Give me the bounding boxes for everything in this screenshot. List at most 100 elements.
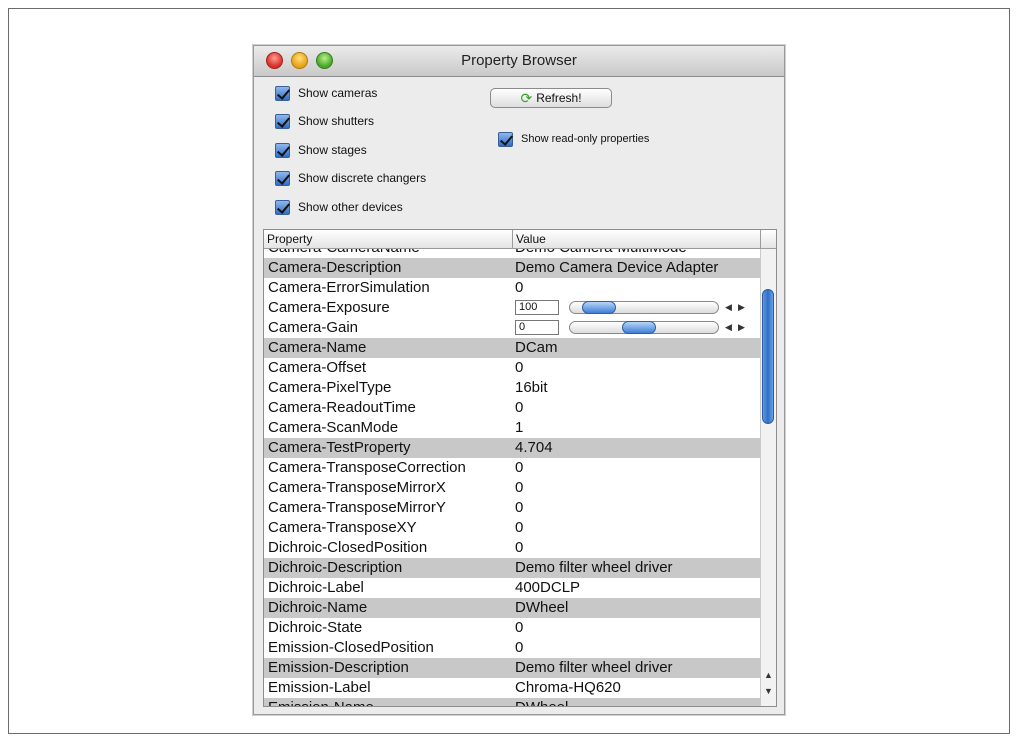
show-other-devices-checkbox[interactable]: Show other devices <box>275 197 403 217</box>
table-row[interactable]: Camera-ReadoutTime 0 <box>264 398 760 418</box>
property-column-header[interactable]: Property <box>264 230 512 248</box>
table-row[interactable]: Dichroic-State 0 <box>264 618 760 638</box>
show-discrete-changers-label: Show discrete changers <box>298 171 427 185</box>
table-row[interactable]: Camera-TransposeMirrorX 0 <box>264 478 760 498</box>
show-shutters-checkbox[interactable]: Show shutters <box>275 111 374 131</box>
property-value: 16bit <box>515 379 548 396</box>
checkmark-icon[interactable] <box>275 170 290 186</box>
refresh-button[interactable]: ⟳ Refresh! <box>490 88 612 108</box>
property-name: Dichroic-ClosedPosition <box>268 539 428 556</box>
table-row[interactable]: Dichroic-Description Demo filter wheel dr… <box>264 558 760 578</box>
table-row[interactable]: Camera-TransposeMirrorY 0 <box>264 498 760 518</box>
window-title: Property Browser <box>461 52 577 69</box>
table-row[interactable]: Emission-Label Chroma-HQ620 <box>264 678 760 698</box>
property-name: Emission-Label <box>268 679 371 696</box>
property-name: Camera-TransposeMirrorX <box>268 479 446 496</box>
show-discrete-changers-checkbox[interactable]: Show discrete changers <box>275 168 426 188</box>
property-name: Camera-ErrorSimulation <box>268 279 430 296</box>
checkmark-icon[interactable] <box>275 113 290 129</box>
show-other-devices-label: Show other devices <box>298 200 403 214</box>
table-row[interactable]: Dichroic-Label 400DCLP <box>264 578 760 598</box>
property-name: Camera-TestProperty <box>268 439 411 456</box>
property-slider[interactable] <box>569 301 719 314</box>
property-name: Emission-ClosedPosition <box>268 639 434 656</box>
property-value: 0 <box>515 639 524 656</box>
step-left-arrow-icon[interactable]: ◀ <box>723 300 734 315</box>
show-stages-checkbox[interactable]: Show stages <box>275 140 367 160</box>
table-row[interactable]: Emission-Name DWheel <box>264 698 760 706</box>
property-name: Dichroic-Name <box>268 599 368 616</box>
table-row[interactable]: Camera-ErrorSimulation 0 <box>264 278 760 298</box>
property-name: Camera-CameraName <box>268 249 420 258</box>
table-row[interactable]: Dichroic-ClosedPosition 0 <box>264 538 760 558</box>
table-row[interactable]: Camera-ScanMode 1 <box>264 418 760 438</box>
property-value: 4.704 <box>515 439 553 456</box>
slider-knob[interactable] <box>622 321 656 334</box>
scroll-down-arrow-icon[interactable]: ▼ <box>763 685 774 697</box>
refresh-icon: ⟳ <box>520 90 533 106</box>
slider-knob[interactable] <box>582 301 616 314</box>
show-read-only-checkbox[interactable]: Show read-only properties <box>498 129 649 149</box>
property-name: Camera-TransposeCorrection <box>268 459 466 476</box>
property-name: Dichroic-Description <box>268 559 403 576</box>
property-slider[interactable] <box>569 321 719 334</box>
refresh-label: Refresh! <box>536 91 582 105</box>
property-name: Camera-ReadoutTime <box>268 399 416 416</box>
property-value: 0 <box>515 359 524 376</box>
property-value: 0 <box>515 479 524 496</box>
property-value: 0 <box>515 459 524 476</box>
property-name: Camera-Description <box>268 259 402 276</box>
property-name: Camera-ScanMode <box>268 419 399 436</box>
property-value: DWheel <box>515 698 568 706</box>
checkmark-icon[interactable] <box>275 199 290 215</box>
property-value: 0 <box>515 519 524 536</box>
table-row[interactable]: Camera-TransposeCorrection 0 <box>264 458 760 478</box>
property-value: 0 <box>515 539 524 556</box>
show-read-only-label: Show read-only properties <box>521 133 650 145</box>
table-row[interactable]: Emission-Description Demo filter wheel dr… <box>264 658 760 678</box>
property-name: Camera-TransposeXY <box>268 519 417 536</box>
property-name: Dichroic-Label <box>268 579 364 596</box>
table-row[interactable]: Camera-TestProperty 4.704 <box>264 438 760 458</box>
scrollbar-thumb[interactable] <box>762 289 774 424</box>
column-separator <box>760 230 761 248</box>
checkmark-icon[interactable] <box>275 85 290 101</box>
property-value: Demo filter wheel driver <box>515 659 673 676</box>
vertical-scrollbar[interactable]: ▲ ▼ <box>760 249 776 706</box>
checkmark-icon[interactable] <box>275 142 290 158</box>
property-browser-window: Property Browser Show cameras Show shutt… <box>253 45 785 715</box>
table-row[interactable]: Camera-Offset 0 <box>264 358 760 378</box>
property-value: 0 <box>515 399 524 416</box>
property-value: 1 <box>515 419 524 436</box>
table-row[interactable]: Camera-Exposure 100 ◀ ▶ <box>264 298 760 318</box>
table-row[interactable]: Camera-PixelType 16bit <box>264 378 760 398</box>
table-row[interactable]: Emission-ClosedPosition 0 <box>264 638 760 658</box>
step-right-arrow-icon[interactable]: ▶ <box>736 320 747 335</box>
property-value: DWheel <box>515 599 569 616</box>
property-value-input[interactable]: 100 <box>515 300 559 315</box>
table-row[interactable]: Camera-Description Demo Camera Device Ada… <box>264 258 760 278</box>
checkmark-icon[interactable] <box>498 131 513 147</box>
table-row[interactable]: Dichroic-Name DWheel <box>264 598 760 618</box>
show-cameras-checkbox[interactable]: Show cameras <box>275 83 377 103</box>
property-value: 400DCLP <box>515 579 581 596</box>
property-name: Camera-TransposeMirrorY <box>268 499 446 516</box>
property-name: Camera-PixelType <box>268 379 392 396</box>
step-right-arrow-icon[interactable]: ▶ <box>736 300 747 315</box>
scroll-up-arrow-icon[interactable]: ▲ <box>763 669 774 681</box>
table-row[interactable]: Camera-Gain 0 ◀ ▶ <box>264 318 760 338</box>
step-left-arrow-icon[interactable]: ◀ <box>723 320 734 335</box>
table-row[interactable]: Camera-TransposeXY 0 <box>264 518 760 538</box>
table-row[interactable]: Camera-CameraName Demo Camera-MultiMode <box>264 249 760 258</box>
property-value: Demo filter wheel driver <box>515 559 673 576</box>
property-value: 0 <box>515 499 524 516</box>
table-row[interactable]: Camera-Name DCam <box>264 338 760 358</box>
show-shutters-label: Show shutters <box>298 114 375 128</box>
property-value: Demo Camera Device Adapter <box>515 259 719 276</box>
property-name: Camera-Offset <box>268 359 367 376</box>
property-value-input[interactable]: 0 <box>515 320 559 335</box>
property-value: 0 <box>515 619 524 636</box>
value-column-header[interactable]: Value <box>513 230 761 248</box>
property-value: Chroma-HQ620 <box>515 679 621 696</box>
show-cameras-label: Show cameras <box>298 86 378 100</box>
